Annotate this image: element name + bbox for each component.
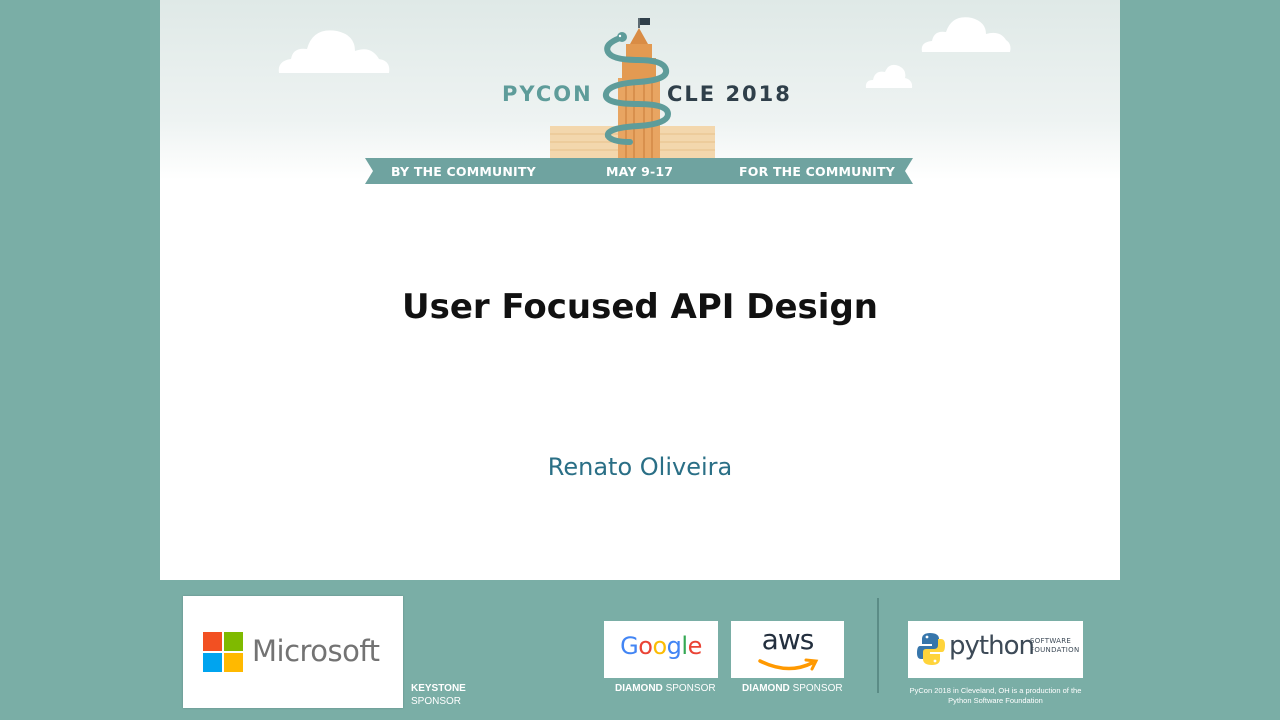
aws-sponsor-label: DIAMOND SPONSOR (742, 682, 843, 695)
keystone-suffix: SPONSOR (411, 696, 462, 707)
aws-smile-icon (758, 658, 819, 671)
keystone-sponsor-label: KEYSTONE SPONSOR (411, 682, 466, 708)
psf-logo: python SOFTWARE FOUNDATION (908, 621, 1083, 678)
python-wordmark: python (949, 631, 1035, 661)
psf-note-line-2: Python Software Foundation (948, 696, 1043, 705)
ribbon-date-text: MAY 9-17 (606, 164, 674, 179)
google-suffix: SPONSOR (665, 683, 716, 694)
ribbon-left-text: BY THE COMMUNITY (391, 164, 536, 179)
google-sponsor-label: DIAMOND SPONSOR (615, 682, 716, 695)
aws-tier: DIAMOND (742, 683, 790, 694)
google-letter: e (687, 632, 703, 660)
python-logo-icon (917, 633, 945, 665)
aws-suffix: SPONSOR (792, 683, 843, 694)
google-letter: G (620, 632, 639, 660)
google-letter: g (666, 632, 682, 660)
google-tier: DIAMOND (615, 683, 663, 694)
tower-snake-icon (365, 18, 913, 184)
title-slide: PYCON CLE 2018 BY THE COMMUNITY MAY 9-17… (160, 0, 1120, 580)
microsoft-wordmark: Microsoft (252, 634, 380, 668)
psf-production-note: PyCon 2018 in Cleveland, OH is a product… (908, 686, 1083, 706)
psf-software: SOFTWARE (1030, 637, 1072, 645)
pycon-wordmark: PYCON (502, 82, 593, 106)
talk-title: User Focused API Design (402, 287, 878, 327)
ribbon-right-text: FOR THE COMMUNITY (739, 164, 895, 179)
microsoft-sponsor-logo: Microsoft (183, 596, 403, 708)
aws-sponsor-logo: aws (731, 621, 844, 678)
keystone-tier: KEYSTONE (411, 683, 466, 694)
cle-2018-wordmark: CLE 2018 (667, 82, 792, 106)
google-wordmark: Google (604, 632, 718, 660)
psf-note-line-1: PyCon 2018 in Cleveland, OH is a product… (909, 686, 1082, 695)
speaker-name: Renato Oliveira (547, 453, 733, 481)
google-letter: o (638, 632, 653, 660)
google-letters: Google (620, 632, 702, 660)
psf-wordmark: SOFTWARE FOUNDATION (1030, 637, 1080, 655)
psf-foundation: FOUNDATION (1030, 646, 1080, 654)
google-letter: o (652, 632, 667, 660)
aws-wordmark: aws (761, 623, 815, 656)
microsoft-logo-icon (203, 632, 243, 672)
sponsor-divider (877, 598, 879, 693)
google-sponsor-logo: Google (604, 621, 718, 678)
